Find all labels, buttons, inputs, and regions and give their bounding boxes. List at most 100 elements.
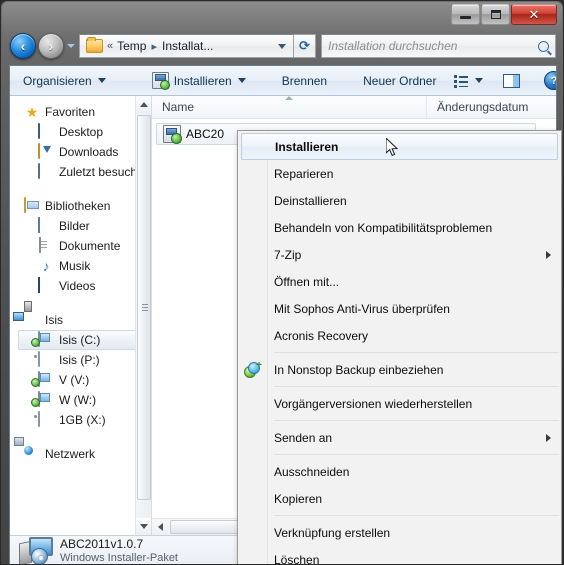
drive-c-icon xyxy=(38,331,40,347)
scroll-down-button[interactable] xyxy=(136,518,151,535)
column-header-date[interactable]: Änderungsdatum xyxy=(427,96,556,118)
context-menu-item-sophos-scan[interactable]: Mit Sophos Anti-Virus überprüfen xyxy=(238,295,561,322)
column-header-name[interactable]: Name xyxy=(152,96,427,118)
downloads-icon xyxy=(38,143,40,159)
column-label: Name xyxy=(162,100,195,114)
sidebar-label: 1GB (X:) xyxy=(59,413,106,427)
context-menu-item-senden-an[interactable]: Senden an xyxy=(238,424,561,451)
menu-separator xyxy=(274,454,559,455)
menu-item-label: Acronis Recovery xyxy=(274,328,369,343)
burn-button[interactable]: Brennen xyxy=(273,68,336,94)
libraries-icon xyxy=(24,197,26,213)
maximize-button[interactable] xyxy=(481,4,510,25)
forward-arrow-icon: › xyxy=(48,38,54,54)
context-menu-item-7zip[interactable]: 7-Zip xyxy=(238,241,561,268)
burn-label: Brennen xyxy=(281,73,328,88)
refresh-icon: ⟳ xyxy=(299,38,310,53)
scrollbar-thumb[interactable] xyxy=(137,115,151,500)
sidebar-item-1gb-x[interactable]: 1GB (X:) xyxy=(10,410,151,430)
scrollbar-grip-icon xyxy=(142,303,148,312)
sidebar-item-videos[interactable]: Videos xyxy=(10,276,151,296)
explorer-window: ✕ ‹ › « Temp ▸ Installat... ⟳ Installati… xyxy=(0,0,564,565)
sidebar-label: Musik xyxy=(59,259,91,273)
sidebar-label: Zuletzt besucht xyxy=(59,165,141,179)
sidebar-item-v[interactable]: V (V:) xyxy=(10,370,151,390)
sidebar-item-dokumente[interactable]: Dokumente xyxy=(10,236,151,256)
sidebar-item-isis-c[interactable]: Isis (C:) xyxy=(18,330,149,350)
context-menu-item-ausschneiden[interactable]: Ausschneiden xyxy=(238,458,561,485)
sidebar-label: Desktop xyxy=(59,125,104,139)
new-folder-label: Neuer Ordner xyxy=(363,73,437,88)
menu-item-label: Kopieren xyxy=(274,491,323,506)
sidebar-item-desktop[interactable]: Desktop xyxy=(10,122,151,142)
sidebar-item-downloads[interactable]: Downloads xyxy=(10,142,151,162)
sidebar-item-bibliotheken[interactable]: Bibliotheken xyxy=(10,196,151,216)
context-menu-item-kopieren[interactable]: Kopieren xyxy=(238,485,561,512)
context-menu-item-installieren[interactable]: Installieren xyxy=(241,133,558,160)
help-icon: ? xyxy=(544,71,556,90)
sidebar-label: Bibliotheken xyxy=(45,199,111,213)
scroll-up-button[interactable] xyxy=(136,96,151,113)
context-menu-item-kompatibilitaetsprobleme[interactable]: Behandeln von Kompatibilitätsproblemen xyxy=(238,214,561,241)
close-button[interactable]: ✕ xyxy=(511,4,557,25)
sidebar-item-isis-p[interactable]: Isis (P:) xyxy=(10,350,151,370)
breadcrumb-dropdown-icon[interactable] xyxy=(278,43,286,49)
minimize-button[interactable] xyxy=(451,4,480,25)
breadcrumb-overflow-icon[interactable]: « xyxy=(107,40,113,52)
menu-item-label: Löschen xyxy=(274,552,320,565)
minimize-icon xyxy=(460,16,471,19)
install-button[interactable]: Installieren xyxy=(143,68,255,94)
sidebar-label: W (W:) xyxy=(59,393,97,407)
search-box[interactable] xyxy=(321,34,556,58)
context-menu-item-reparieren[interactable]: Reparieren xyxy=(238,160,561,187)
menu-item-label: Installieren xyxy=(275,139,339,154)
context-menu-item-acronis-recovery[interactable]: Acronis Recovery xyxy=(238,322,561,349)
submenu-arrow-icon xyxy=(546,433,551,442)
sidebar-item-netzwerk[interactable]: Netzwerk xyxy=(10,444,151,464)
drive-icon xyxy=(38,351,40,367)
sidebar-item-zuletzt-besucht[interactable]: Zuletzt besucht xyxy=(10,162,151,182)
breadcrumb[interactable]: « Temp ▸ Installat... xyxy=(79,34,294,58)
search-input[interactable] xyxy=(328,39,538,53)
menu-item-label: Behandeln von Kompatibilitätsproblemen xyxy=(274,220,493,235)
context-menu: Installieren Reparieren Deinstallieren B… xyxy=(237,130,562,565)
scroll-left-button[interactable] xyxy=(152,519,169,535)
chevron-down-icon xyxy=(97,78,106,83)
command-toolbar: Organisieren Installieren Brennen Neuer … xyxy=(10,66,556,96)
change-view-button[interactable] xyxy=(445,68,486,94)
breadcrumb-item-installation[interactable]: Installat... xyxy=(162,39,213,53)
sidebar-item-favoriten[interactable]: ★ Favoriten xyxy=(10,102,151,122)
preview-pane-button[interactable] xyxy=(494,68,529,94)
menu-item-label: In Nonstop Backup einbeziehen xyxy=(274,362,444,377)
back-button[interactable]: ‹ xyxy=(10,33,36,59)
menu-separator xyxy=(274,386,559,387)
menu-item-label: Öffnen mit... xyxy=(274,274,340,289)
recent-locations-icon[interactable] xyxy=(67,44,75,48)
sidebar-label: Bilder xyxy=(59,219,90,233)
documents-icon xyxy=(39,237,41,253)
sidebar-item-musik[interactable]: ♪ Musik xyxy=(10,256,151,276)
sidebar-item-isis[interactable]: Isis xyxy=(10,310,151,330)
forward-button[interactable]: › xyxy=(38,33,64,59)
menu-item-label: Deinstallieren xyxy=(274,193,347,208)
navigation-scrollbar[interactable] xyxy=(135,96,151,535)
network-drive-icon xyxy=(38,391,40,407)
context-menu-item-deinstallieren[interactable]: Deinstallieren xyxy=(238,187,561,214)
msi-package-large-icon xyxy=(19,537,53,564)
menu-item-label: Verknüpfung erstellen xyxy=(274,525,391,540)
breadcrumb-item-temp[interactable]: Temp xyxy=(117,39,146,53)
new-folder-button[interactable]: Neuer Ordner xyxy=(354,68,445,94)
sidebar-item-w[interactable]: W (W:) xyxy=(10,390,151,410)
context-menu-item-vorgaengerversionen[interactable]: Vorgängerversionen wiederherstellen xyxy=(238,390,561,417)
refresh-button[interactable]: ⟳ xyxy=(294,34,316,58)
context-menu-item-loeschen[interactable]: Löschen xyxy=(238,546,561,565)
menu-item-label: 7-Zip xyxy=(274,247,302,262)
help-button[interactable]: ? xyxy=(535,68,556,94)
context-menu-item-nonstop-backup[interactable]: + In Nonstop Backup einbeziehen xyxy=(238,356,561,383)
sidebar-item-bilder[interactable]: Bilder xyxy=(10,216,151,236)
context-menu-item-oeffnen-mit[interactable]: Öffnen mit... xyxy=(238,268,561,295)
context-menu-item-verknuepfung-erstellen[interactable]: Verknüpfung erstellen xyxy=(238,519,561,546)
organize-button[interactable]: Organisieren xyxy=(14,68,115,94)
